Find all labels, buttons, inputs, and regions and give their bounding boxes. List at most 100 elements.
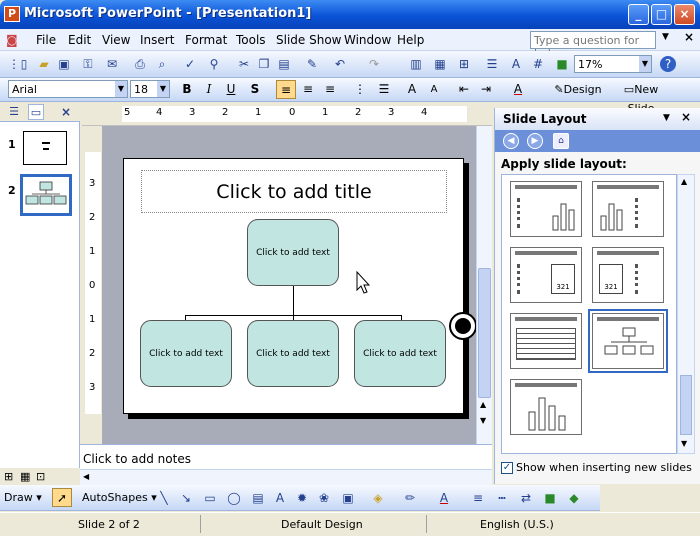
layout-text-chart[interactable]: [510, 181, 582, 237]
scroll-thumb[interactable]: [478, 268, 491, 398]
clipart-icon[interactable]: ❀: [316, 490, 332, 506]
chevron-down-icon[interactable]: ▼: [663, 113, 670, 123]
scroll-up-icon[interactable]: ▲: [681, 177, 687, 186]
font-select[interactable]: Arial ▼: [8, 80, 128, 98]
outline-tab[interactable]: ☰: [6, 104, 22, 120]
line-icon[interactable]: ╲: [156, 490, 172, 506]
close-doc-icon[interactable]: ×: [684, 30, 694, 44]
layout-media-text[interactable]: 321: [592, 247, 664, 303]
font-size-select[interactable]: 18 ▼: [130, 80, 170, 98]
menu-help[interactable]: Help: [397, 33, 424, 47]
underline-button[interactable]: U: [221, 80, 241, 99]
menu-view[interactable]: View: [102, 33, 130, 47]
menu-file[interactable]: File: [36, 33, 56, 47]
close-pane-icon[interactable]: ×: [58, 104, 74, 120]
title-placeholder[interactable]: Click to add title: [141, 170, 447, 213]
new-icon[interactable]: ▯: [16, 56, 32, 72]
chevron-down-icon[interactable]: ▼: [639, 56, 651, 72]
notes-pane[interactable]: Click to add notes: [80, 444, 492, 469]
grid-icon[interactable]: #: [530, 56, 546, 72]
new-slide-button[interactable]: ▭New Slide: [610, 80, 672, 115]
org-chart-node[interactable]: Click to add text: [354, 320, 446, 387]
3d-icon[interactable]: ◆: [566, 490, 582, 506]
menu-format[interactable]: Format: [185, 33, 227, 47]
cut-icon[interactable]: ✂: [236, 56, 252, 72]
copy-icon[interactable]: ❐: [256, 56, 272, 72]
slide[interactable]: Click to add title Click to add text Cli…: [123, 158, 464, 414]
zoom-select[interactable]: 17% ▼: [574, 55, 652, 73]
help-icon[interactable]: ?: [660, 56, 676, 72]
slide-sorter-icon[interactable]: ▦: [20, 470, 30, 483]
chevron-down-icon[interactable]: ▼: [115, 81, 127, 97]
chevron-down-icon[interactable]: ▼: [662, 32, 669, 42]
picture-icon[interactable]: ▣: [340, 490, 356, 506]
research-icon[interactable]: ⚲: [206, 56, 222, 72]
slideshow-icon[interactable]: ⊡: [36, 470, 45, 483]
close-button[interactable]: ×: [674, 4, 695, 25]
permission-icon[interactable]: ⚿: [80, 56, 96, 72]
design-button[interactable]: ✎Design: [554, 80, 602, 99]
normal-view-icon[interactable]: ⊞: [4, 470, 13, 483]
paste-icon[interactable]: ▤: [276, 56, 292, 72]
doc-icon[interactable]: ◙: [6, 33, 18, 47]
wordart-icon[interactable]: A: [272, 490, 288, 506]
menu-insert[interactable]: Insert: [140, 33, 174, 47]
numbering-button[interactable]: ⋮: [350, 80, 370, 99]
bullets-button[interactable]: ☰: [374, 80, 394, 99]
org-chart-node[interactable]: Click to add text: [247, 320, 339, 387]
decrease-font-button[interactable]: A: [424, 80, 444, 99]
shadow-icon[interactable]: ■: [542, 490, 558, 506]
redo-icon[interactable]: ↷: [366, 56, 382, 72]
table-icon[interactable]: ▦: [432, 56, 448, 72]
prev-slide-icon[interactable]: ▲: [480, 400, 486, 409]
vertical-scrollbar[interactable]: ▲ ▼: [476, 126, 492, 444]
select-objects-icon[interactable]: ➚: [52, 488, 72, 507]
increase-indent-button[interactable]: ⇥: [476, 80, 496, 99]
shadow-button[interactable]: S: [245, 80, 265, 99]
font-color-icon[interactable]: A: [436, 490, 452, 506]
undo-icon[interactable]: ↶: [332, 56, 348, 72]
layout-chart-text[interactable]: [592, 181, 664, 237]
autoshapes-menu[interactable]: AutoShapes ▾: [82, 491, 157, 504]
checkmark-icon[interactable]: ✓: [501, 462, 513, 474]
draw-menu[interactable]: Draw ▾: [4, 491, 42, 504]
menu-slide-show[interactable]: Slide Show: [276, 33, 341, 47]
italic-button[interactable]: I: [199, 80, 219, 99]
org-chart-node[interactable]: Click to add text: [247, 219, 339, 286]
spelling-icon[interactable]: ✓: [182, 56, 198, 72]
increase-font-button[interactable]: A: [402, 80, 422, 99]
print-preview-icon[interactable]: ⌕: [154, 56, 170, 72]
save-icon[interactable]: ▣: [56, 56, 72, 72]
menu-window[interactable]: Window: [344, 33, 391, 47]
scroll-down-icon[interactable]: ▼: [681, 439, 687, 448]
help-search-input[interactable]: Type a question for help: [530, 31, 656, 60]
show-layout-checkbox[interactable]: ✓ Show when inserting new slides: [501, 461, 692, 474]
email-icon[interactable]: ✉: [104, 56, 120, 72]
slides-tab[interactable]: ▭: [28, 104, 44, 120]
bold-button[interactable]: B: [177, 80, 197, 99]
expand-all-icon[interactable]: ☰: [484, 56, 500, 72]
scroll-left-icon[interactable]: ◀: [83, 472, 89, 481]
font-color-button[interactable]: A: [508, 80, 528, 99]
maximize-button[interactable]: □: [651, 4, 672, 25]
textbox-icon[interactable]: ▤: [250, 490, 266, 506]
line-color-icon[interactable]: ✏: [402, 490, 418, 506]
menu-tools[interactable]: Tools: [236, 33, 266, 47]
powerpoint-icon[interactable]: P: [4, 6, 20, 22]
chart-icon[interactable]: ▥: [408, 56, 424, 72]
align-left-button[interactable]: ≡: [276, 80, 296, 99]
print-icon[interactable]: ⎙: [132, 56, 148, 72]
org-chart-icon[interactable]: [449, 312, 477, 340]
oval-icon[interactable]: ◯: [226, 490, 242, 506]
layout-scrollbar[interactable]: ▲ ▼: [677, 174, 695, 454]
open-icon[interactable]: ▰: [36, 56, 52, 72]
minimize-button[interactable]: _: [628, 4, 649, 25]
layout-text-media[interactable]: 321: [510, 247, 582, 303]
fill-color-icon[interactable]: ◈: [370, 490, 386, 506]
close-icon[interactable]: ×: [681, 110, 691, 124]
arrow-style-icon[interactable]: ⇄: [518, 490, 534, 506]
tables-borders-icon[interactable]: ⊞: [456, 56, 472, 72]
layout-org-chart[interactable]: [588, 309, 668, 373]
horizontal-scrollbar[interactable]: ◀: [80, 469, 492, 485]
decrease-indent-button[interactable]: ⇤: [454, 80, 474, 99]
